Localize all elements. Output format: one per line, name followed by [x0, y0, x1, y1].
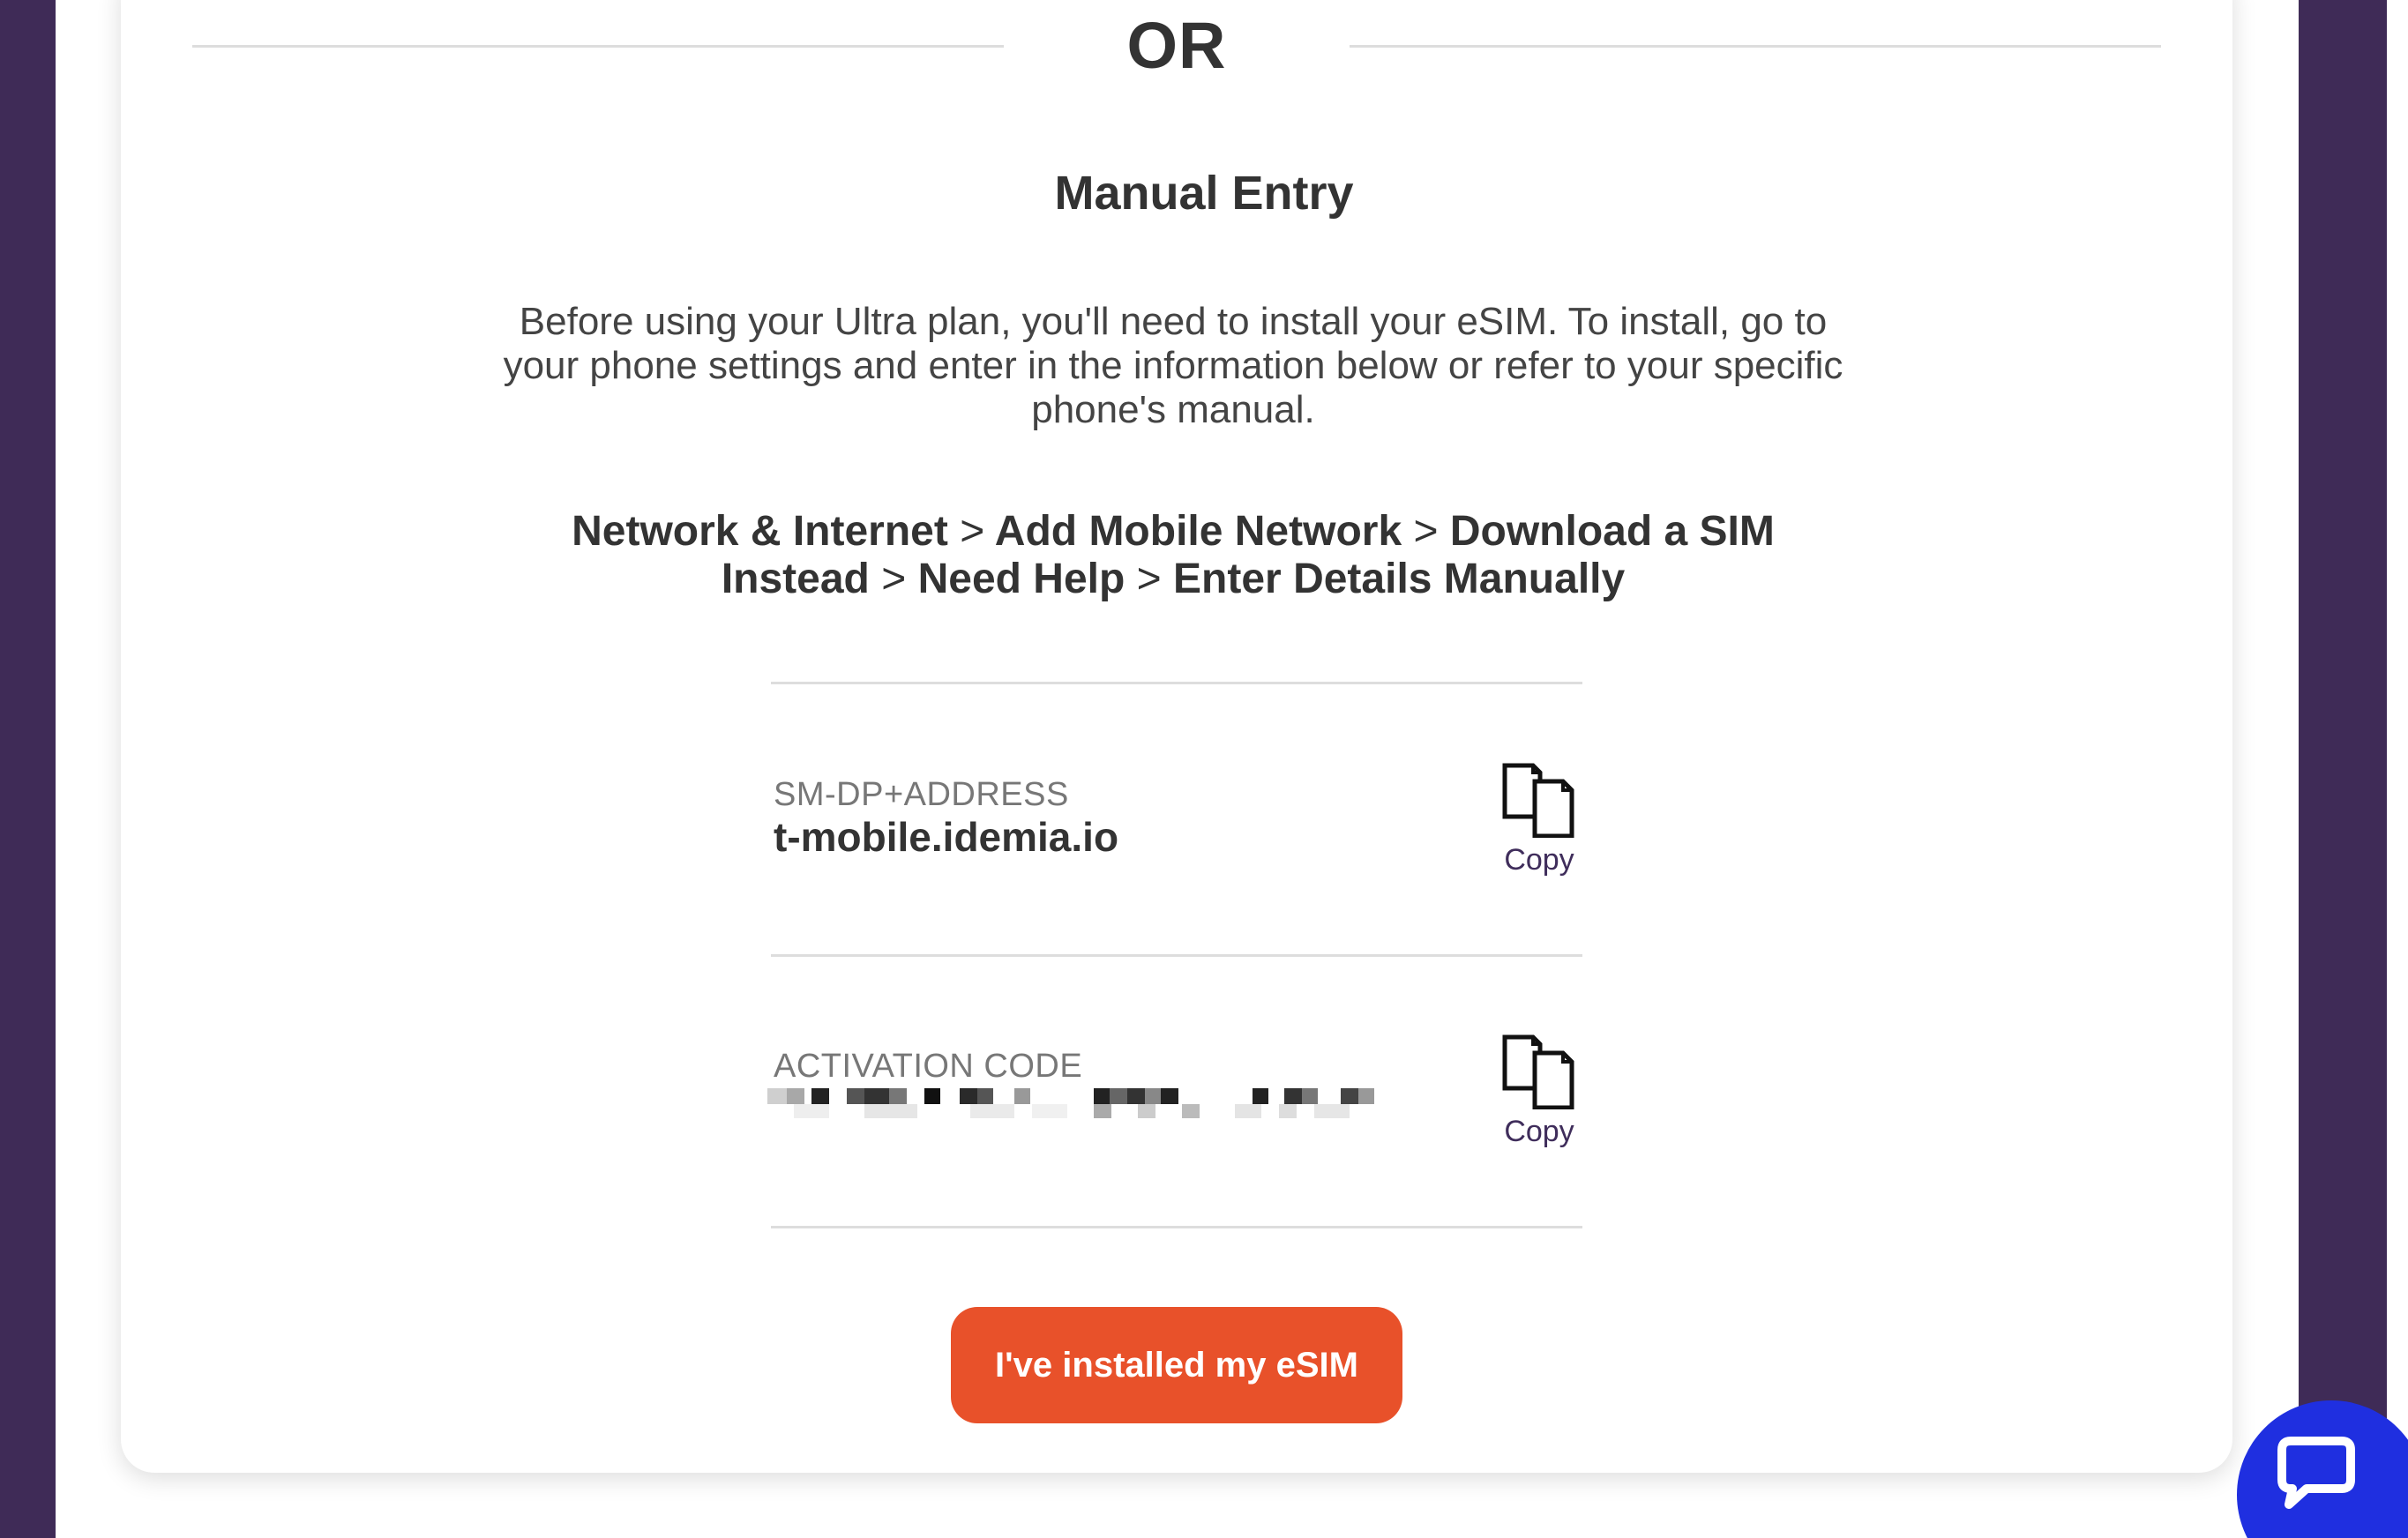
settings-path-separator: >: [1413, 508, 1439, 555]
or-divider-text: OR: [1126, 9, 1227, 82]
left-frame-bar: [0, 0, 56, 1538]
manual-entry-description: Before using your Ultra plan, you'll nee…: [503, 300, 1843, 431]
copy-activation-code-label: Copy: [1504, 1115, 1574, 1148]
chat-button[interactable]: [2237, 1400, 2408, 1538]
settings-path-separator: >: [1136, 556, 1162, 602]
copy-smdp-label: Copy: [1504, 843, 1574, 877]
copy-activation-code-button[interactable]: Copy: [1482, 1034, 1597, 1157]
field-divider-bottom: [771, 1226, 1582, 1228]
settings-path-separator: >: [960, 508, 985, 555]
chat-bubble-icon: [2277, 1437, 2355, 1509]
or-divider-line-right: [1350, 45, 2161, 48]
copy-icon: [1502, 1034, 1574, 1109]
settings-path-separator: >: [881, 556, 907, 602]
smdp-address-label: SM-DP+ADDRESS: [774, 776, 1069, 813]
or-divider: OR: [192, 0, 2161, 92]
settings-path-step: Need Help: [917, 556, 1125, 602]
settings-path-step: Network & Internet: [572, 508, 948, 555]
field-divider-top: [771, 682, 1582, 684]
settings-path-step: Enter Details Manually: [1173, 556, 1626, 602]
manual-entry-title: Manual Entry: [1054, 167, 1354, 220]
esim-install-card: [121, 0, 2232, 1473]
activation-code-label: ACTIVATION CODE: [774, 1048, 1083, 1085]
copy-icon: [1502, 763, 1574, 838]
copy-smdp-button[interactable]: Copy: [1482, 762, 1597, 885]
smdp-address-value: t-mobile.idemia.io: [774, 814, 1119, 860]
installed-esim-button[interactable]: I've installed my eSIM: [951, 1307, 1402, 1423]
field-divider-middle: [771, 954, 1582, 957]
right-frame-bar: [2299, 0, 2387, 1538]
activation-code-redacted: [767, 1088, 1374, 1118]
or-divider-line-left: [192, 45, 1004, 48]
settings-path-step: Add Mobile Network: [994, 508, 1402, 555]
settings-path: Network & Internet > Add Mobile Network …: [529, 508, 1817, 603]
